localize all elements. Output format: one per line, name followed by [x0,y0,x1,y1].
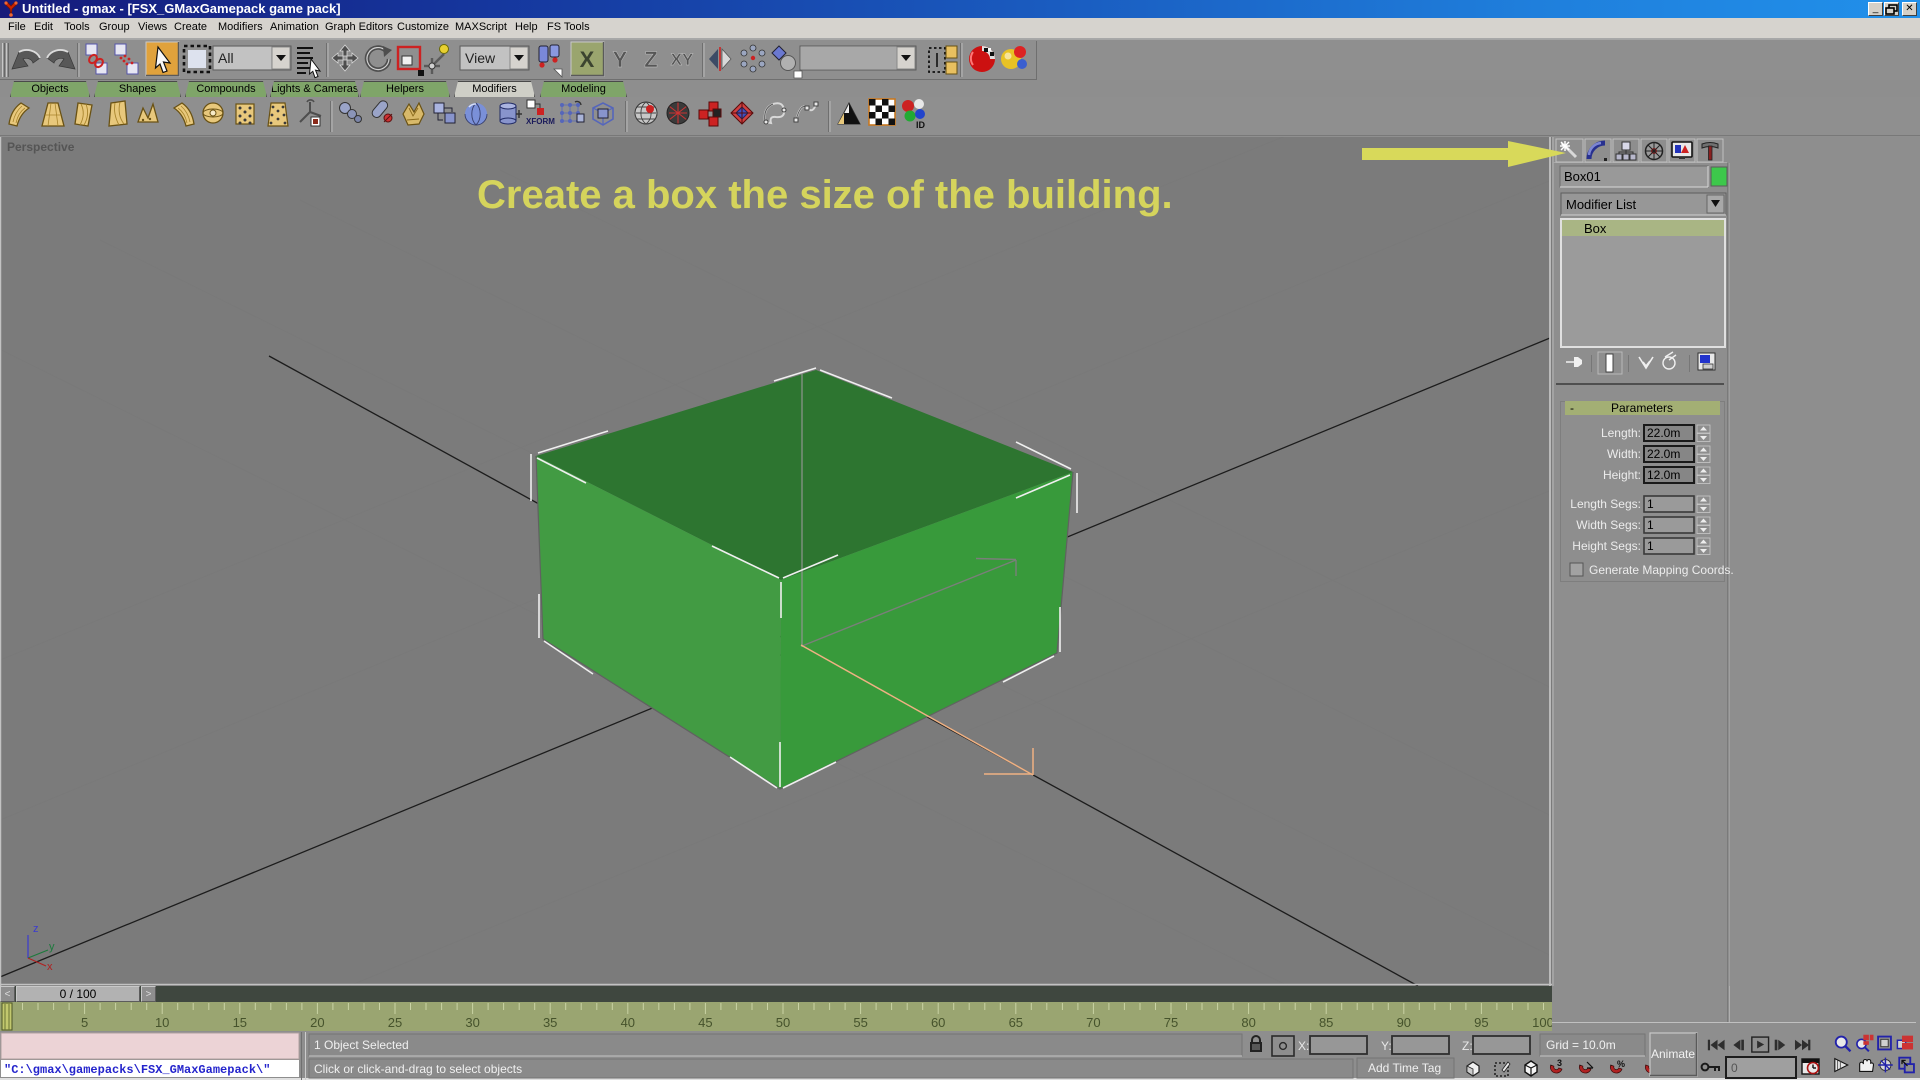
svg-text:50: 50 [776,1015,790,1030]
svg-text:80: 80 [1241,1015,1255,1030]
svg-text:Z:: Z: [1462,1039,1473,1053]
svg-text:75: 75 [1164,1015,1178,1030]
svg-text:22.0m: 22.0m [1647,426,1680,440]
svg-text:0: 0 [1731,1061,1738,1075]
svg-text:X:: X: [1298,1039,1309,1053]
svg-text:3: 3 [1557,1058,1562,1068]
svg-text:Height:: Height: [1603,468,1641,482]
svg-text:1: 1 [1647,539,1654,553]
svg-text:Width Segs:: Width Segs: [1576,518,1641,532]
svg-text:1: 1 [1647,518,1654,532]
svg-text:1: 1 [1647,497,1654,511]
svg-text:90: 90 [1397,1015,1411,1030]
svg-text:Modifier List: Modifier List [1566,197,1636,212]
svg-text:Box: Box [1584,221,1607,236]
svg-text:XFORM: XFORM [526,117,555,126]
svg-text:Width:: Width: [1607,447,1641,461]
svg-text:Length:: Length: [1601,426,1641,440]
svg-text:Height Segs:: Height Segs: [1572,539,1641,553]
svg-text:Box01: Box01 [1564,169,1601,184]
svg-text:Parameters: Parameters [1611,401,1673,415]
svg-text:z: z [33,923,39,935]
svg-text:ID: ID [916,120,926,130]
svg-text:y: y [49,941,55,953]
svg-text:55: 55 [853,1015,867,1030]
svg-text:12.0m: 12.0m [1647,468,1680,482]
svg-text:Add Time Tag: Add Time Tag [1368,1061,1441,1075]
svg-text:100: 100 [1532,1015,1552,1030]
svg-text:1 Object Selected: 1 Object Selected [314,1038,409,1052]
svg-text:%: % [1617,1059,1625,1069]
svg-text:X: X [580,47,595,72]
svg-text:-: - [1570,401,1574,415]
svg-text:Z: Z [644,47,657,72]
svg-text:25: 25 [388,1015,402,1030]
svg-text:x: x [47,961,53,973]
svg-text:65: 65 [1009,1015,1023,1030]
svg-text:XY: XY [671,50,694,69]
svg-text:Grid = 10.0m: Grid = 10.0m [1546,1038,1616,1052]
svg-text:85: 85 [1319,1015,1333,1030]
svg-text:"C:\gmax\gamepacks\FSX_GMaxGam: "C:\gmax\gamepacks\FSX_GMaxGamepack\" [4,1063,270,1077]
svg-text:70: 70 [1086,1015,1100,1030]
svg-text:Click or click-and-drag to sel: Click or click-and-drag to select object… [314,1062,522,1076]
svg-text:Create a box the size of the b: Create a box the size of the building. [477,173,1173,217]
svg-text:30: 30 [465,1015,479,1030]
svg-text:Length Segs:: Length Segs: [1570,497,1641,511]
svg-text:40: 40 [621,1015,635,1030]
svg-text:Y: Y [613,47,628,72]
svg-text:Perspective: Perspective [7,140,75,154]
svg-text:15: 15 [233,1015,247,1030]
svg-text:60: 60 [931,1015,945,1030]
svg-text:20: 20 [310,1015,324,1030]
svg-text:Animate: Animate [1651,1047,1695,1061]
svg-text:5: 5 [81,1015,88,1030]
svg-text:45: 45 [698,1015,712,1030]
svg-text:Y:: Y: [1381,1039,1392,1053]
svg-text:35: 35 [543,1015,557,1030]
svg-text:All: All [218,50,234,66]
svg-text:Generate Mapping Coords.: Generate Mapping Coords. [1589,563,1734,577]
svg-text:22.0m: 22.0m [1647,447,1680,461]
svg-text:95: 95 [1474,1015,1488,1030]
svg-text:10: 10 [155,1015,169,1030]
svg-text:View: View [465,50,496,66]
